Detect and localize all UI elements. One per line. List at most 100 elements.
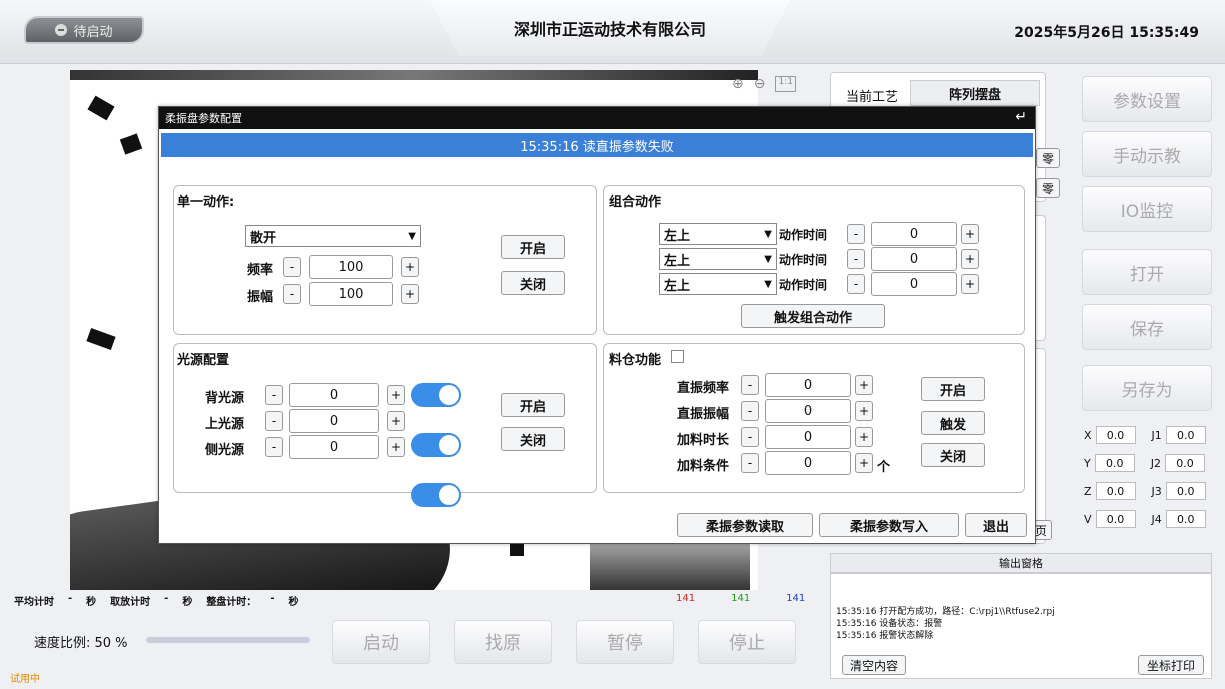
combo-dir-value: 左上 xyxy=(664,278,691,294)
craft-button-1[interactable]: 零 xyxy=(1036,148,1060,168)
coord-label: Z xyxy=(1084,484,1092,498)
single-close-button[interactable]: 关闭 xyxy=(501,271,565,295)
output-line: 15:35:16 打开配方成功，路径：C:\rpj1\\Rtfuse2.rpj xyxy=(836,607,1055,617)
hopper-checkbox[interactable] xyxy=(671,350,684,363)
amp-plus[interactable]: + xyxy=(401,284,419,304)
top-light-field[interactable]: 0 xyxy=(289,409,379,433)
hopper-plus[interactable]: + xyxy=(855,427,873,447)
open-button[interactable]: 打开 xyxy=(1082,249,1212,295)
datetime: 2025年5月26日 15:35:49 xyxy=(1014,25,1199,41)
coord-value: 0.0 xyxy=(1095,510,1136,528)
top-light-toggle[interactable] xyxy=(411,433,461,457)
combo-plus[interactable]: + xyxy=(961,224,979,244)
hopper-trigger-button[interactable]: 触发 xyxy=(921,411,985,435)
combo-minus[interactable]: - xyxy=(847,274,865,294)
light-plus[interactable]: + xyxy=(387,437,405,457)
combo-plus[interactable]: + xyxy=(961,274,979,294)
light-plus[interactable]: + xyxy=(387,385,405,405)
combo-plus[interactable]: + xyxy=(961,249,979,269)
single-open-button[interactable]: 开启 xyxy=(501,235,565,259)
back-light-toggle[interactable] xyxy=(411,383,461,407)
side-light-field[interactable]: 0 xyxy=(289,435,379,459)
hopper-open-button[interactable]: 开启 xyxy=(921,377,985,401)
combo-time-field-2[interactable]: 0 xyxy=(871,247,957,271)
craft-button-2[interactable]: 零 xyxy=(1036,178,1060,198)
light-close-button[interactable]: 关闭 xyxy=(501,427,565,451)
coord-label: J4 xyxy=(1151,512,1162,526)
coord-value: 0.0 xyxy=(1095,482,1136,500)
hopper-label: 直振振幅 xyxy=(677,407,730,422)
tray-value: - xyxy=(270,593,275,604)
home-button[interactable]: 找原 xyxy=(454,620,552,664)
read-params-button[interactable]: 柔振参数读取 xyxy=(677,513,813,537)
save-button[interactable]: 保存 xyxy=(1082,304,1212,350)
count-red: 141 xyxy=(676,593,696,604)
light-minus[interactable]: - xyxy=(265,411,283,431)
hopper-close-button[interactable]: 关闭 xyxy=(921,443,985,467)
side-light-toggle[interactable] xyxy=(411,483,461,507)
coord-value: 0.0 xyxy=(1094,454,1135,472)
hopper-field-1[interactable]: 0 xyxy=(765,373,851,397)
combo-time-field-3[interactable]: 0 xyxy=(871,272,957,296)
freq-minus[interactable]: - xyxy=(283,257,301,277)
craft-value[interactable]: 阵列摆盘 xyxy=(910,80,1040,106)
teach-button[interactable]: 手动示教 xyxy=(1082,131,1212,177)
light-minus[interactable]: - xyxy=(265,385,283,405)
back-light-field[interactable]: 0 xyxy=(289,383,379,407)
params-button[interactable]: 参数设置 xyxy=(1082,76,1212,122)
combo-time-field-1[interactable]: 0 xyxy=(871,222,957,246)
zoom-in-icon[interactable]: ⊕ xyxy=(732,76,744,92)
freq-field[interactable]: 100 xyxy=(309,255,393,279)
light-plus[interactable]: + xyxy=(387,411,405,431)
zoom-out-icon[interactable]: ⊖ xyxy=(754,76,766,92)
combo-minus[interactable]: - xyxy=(847,224,865,244)
combo-minus[interactable]: - xyxy=(847,249,865,269)
hopper-minus[interactable]: - xyxy=(741,427,759,447)
coord-label: J3 xyxy=(1151,484,1162,498)
freq-plus[interactable]: + xyxy=(401,257,419,277)
hopper-minus[interactable]: - xyxy=(741,375,759,395)
amp-field[interactable]: 100 xyxy=(309,282,393,306)
hopper-minus[interactable]: - xyxy=(741,401,759,421)
light-label: 背光源 xyxy=(205,391,245,406)
counts: 141 141 141 xyxy=(676,593,805,604)
print-coords-button[interactable]: 坐标打印 xyxy=(1138,655,1204,675)
io-button[interactable]: IO监控 xyxy=(1082,186,1212,232)
hopper-label: 直振频率 xyxy=(677,381,730,396)
hopper-field-2[interactable]: 0 xyxy=(765,399,851,423)
save-as-button[interactable]: 另存为 xyxy=(1082,365,1212,411)
hopper-plus[interactable]: + xyxy=(855,375,873,395)
speed-slider[interactable] xyxy=(146,637,310,643)
hopper-field-4[interactable]: 0 xyxy=(765,451,851,475)
start-button[interactable]: 启动 xyxy=(332,620,430,664)
hopper-title: 料仓功能 xyxy=(609,353,662,368)
trigger-combo-button[interactable]: 触发组合动作 xyxy=(741,304,885,328)
fit-icon[interactable]: 1:1 xyxy=(775,76,796,92)
coord-row-v: V 0.0 J4 0.0 xyxy=(1084,510,1206,528)
amp-minus[interactable]: - xyxy=(283,284,301,304)
action-select[interactable]: 散开 ▼ xyxy=(245,225,421,247)
pause-button[interactable]: 暂停 xyxy=(576,620,674,664)
return-icon[interactable]: ↵ xyxy=(1015,109,1027,125)
light-label: 上光源 xyxy=(205,417,245,432)
coord-value: 0.0 xyxy=(1164,454,1205,472)
light-minus[interactable]: - xyxy=(265,437,283,457)
combo-dir-value: 左上 xyxy=(664,253,691,269)
combo-dir-select-3[interactable]: 左上 ▼ xyxy=(659,273,777,295)
hopper-plus[interactable]: + xyxy=(855,401,873,421)
combo-dir-select-1[interactable]: 左上 ▼ xyxy=(659,223,777,245)
exit-button[interactable]: 退出 xyxy=(965,513,1027,537)
status-button[interactable]: 待启动 xyxy=(24,16,144,44)
stop-button[interactable]: 停止 xyxy=(698,620,796,664)
dropdown-arrow-icon: ▼ xyxy=(408,230,416,242)
count-green: 141 xyxy=(731,593,751,604)
avg-label: 平均计时 xyxy=(14,597,54,608)
clear-button[interactable]: 清空内容 xyxy=(842,655,906,675)
hopper-minus[interactable]: - xyxy=(741,453,759,473)
write-params-button[interactable]: 柔振参数写入 xyxy=(819,513,959,537)
hopper-plus[interactable]: + xyxy=(855,453,873,473)
light-open-button[interactable]: 开启 xyxy=(501,393,565,417)
action-value: 散开 xyxy=(250,230,277,246)
combo-dir-select-2[interactable]: 左上 ▼ xyxy=(659,248,777,270)
hopper-field-3[interactable]: 0 xyxy=(765,425,851,449)
